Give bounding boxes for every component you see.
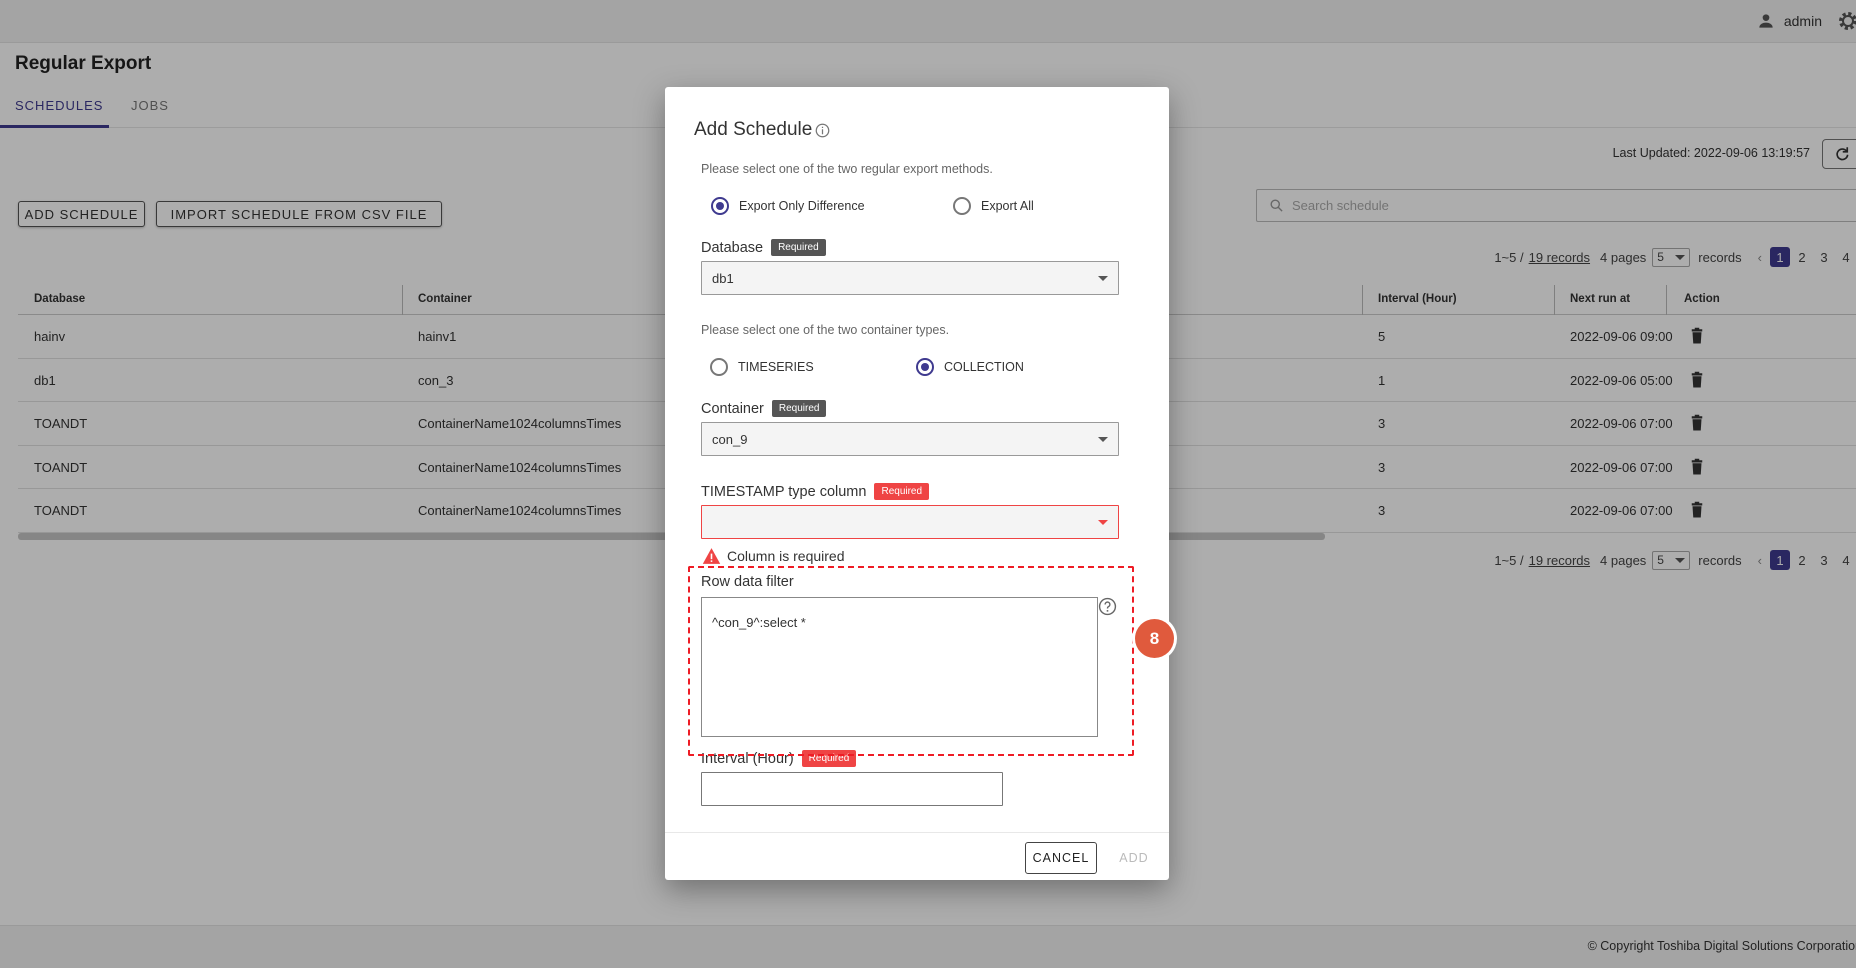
export-method-group: Export Only Difference Export All xyxy=(701,197,1131,217)
radio-timeseries[interactable]: TIMESERIES xyxy=(710,358,814,376)
container-label: Container Required xyxy=(701,400,827,417)
radio-export-all[interactable]: Export All xyxy=(953,197,1034,215)
add-schedule-dialog: Add Schedule Please select one of the tw… xyxy=(665,87,1174,880)
database-select-value: db1 xyxy=(712,270,734,286)
dialog-title-text: Add Schedule xyxy=(694,119,813,140)
error-text: Column is required xyxy=(727,548,845,564)
radio-collection[interactable]: COLLECTION xyxy=(916,358,1024,376)
export-method-hint: Please select one of the two regular exp… xyxy=(701,162,993,176)
annotation-highlight-box xyxy=(688,566,1134,756)
timestamp-column-select[interactable] xyxy=(701,505,1119,539)
caret-down-icon xyxy=(1098,519,1108,525)
dialog-footer: CANCEL ADD xyxy=(665,832,1169,880)
container-select[interactable]: con_9 xyxy=(701,422,1119,456)
radio-indicator xyxy=(710,358,728,376)
caret-down-icon xyxy=(1098,436,1108,442)
radio-indicator xyxy=(711,197,729,215)
radio-label: COLLECTION xyxy=(944,360,1024,374)
interval-input[interactable] xyxy=(701,772,1003,806)
radio-indicator xyxy=(953,197,971,215)
radio-indicator xyxy=(916,358,934,376)
required-badge: Required xyxy=(771,239,826,256)
radio-label: Export Only Difference xyxy=(739,199,865,213)
dialog-title: Add Schedule xyxy=(694,119,830,141)
step-number-badge: 8 xyxy=(1135,619,1174,658)
database-label-text: Database xyxy=(701,239,764,256)
warning-icon xyxy=(702,548,721,564)
container-type-group: TIMESERIES COLLECTION xyxy=(701,358,1131,378)
required-badge: Required xyxy=(874,483,930,500)
container-select-value: con_9 xyxy=(712,431,748,447)
required-badge: Required xyxy=(771,400,827,417)
database-select[interactable]: db1 xyxy=(701,261,1119,295)
container-label-text: Container xyxy=(701,400,764,417)
radio-label: TIMESERIES xyxy=(738,360,814,374)
timestamp-label: TIMESTAMP type column Required xyxy=(701,483,930,500)
cancel-button[interactable]: CANCEL xyxy=(1025,842,1097,874)
caret-down-icon xyxy=(1098,275,1108,281)
timestamp-error: Column is required xyxy=(702,547,845,565)
database-label: Database Required xyxy=(701,239,826,256)
add-button[interactable]: ADD xyxy=(1113,842,1155,874)
timestamp-label-text: TIMESTAMP type column xyxy=(701,483,867,500)
radio-export-only-difference[interactable]: Export Only Difference xyxy=(711,197,865,215)
radio-label: Export All xyxy=(981,199,1034,213)
container-type-hint: Please select one of the two container t… xyxy=(701,323,950,337)
info-icon[interactable] xyxy=(815,123,830,138)
